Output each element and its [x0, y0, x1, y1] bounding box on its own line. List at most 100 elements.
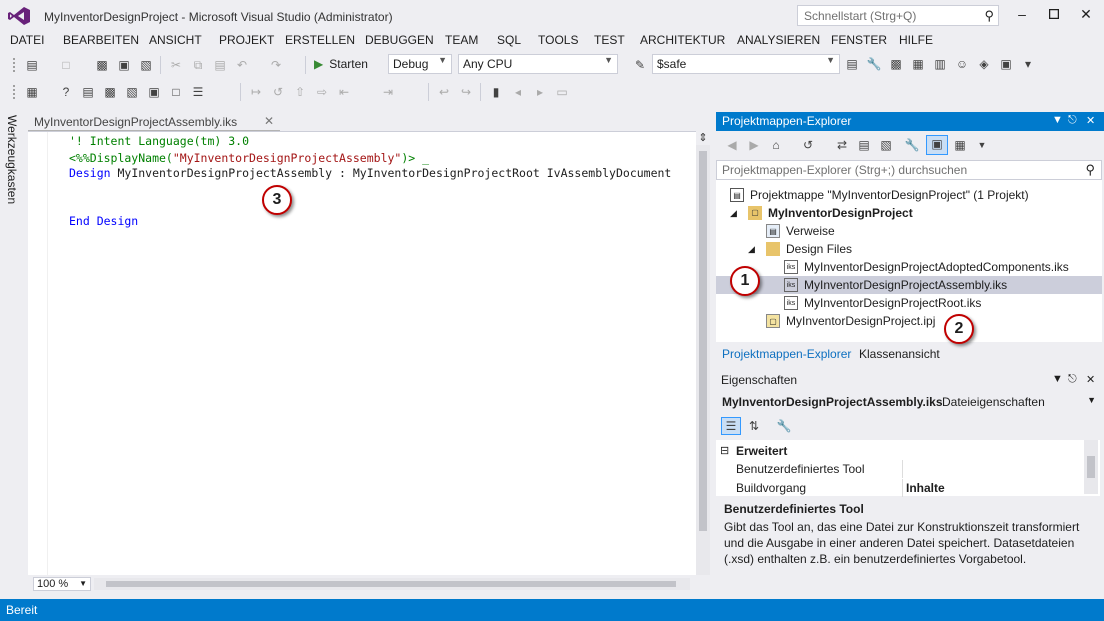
menu-bearbeiten[interactable]: BEARBEITEN: [63, 33, 139, 47]
expand-arrow-icon[interactable]: ◢: [730, 204, 737, 222]
window-menu-icon[interactable]: ▼: [1052, 114, 1063, 126]
prev-bookmark-icon[interactable]: ◂: [510, 84, 526, 100]
step-over-icon[interactable]: ↺: [270, 84, 286, 100]
server-explorer-icon[interactable]: ▦: [910, 56, 926, 72]
next-bookmark-icon[interactable]: ▸: [532, 84, 548, 100]
tree-item-design-files[interactable]: ◢ Design Files: [716, 240, 1102, 258]
chevron-down-icon[interactable]: ▼: [974, 137, 990, 153]
toolbar-options-icon[interactable]: ▾: [1020, 56, 1036, 72]
expand-arrow-icon[interactable]: ◢: [748, 240, 755, 258]
team-explorer-icon[interactable]: ☺: [954, 56, 970, 72]
editor-vertical-scrollbar[interactable]: [696, 131, 710, 575]
pin-icon[interactable]: ⎋: [1068, 114, 1077, 127]
menu-analysieren[interactable]: ANALYSIEREN: [737, 33, 820, 47]
scrollbar-thumb[interactable]: [699, 151, 707, 531]
menu-test[interactable]: TEST: [594, 33, 625, 47]
folder-icon[interactable]: □: [168, 84, 184, 100]
list-icon[interactable]: ☰: [190, 84, 206, 100]
properties-object-selector[interactable]: MyInventorDesignProjectAssembly.iks Date…: [718, 392, 1102, 412]
bookmark-icon[interactable]: ▮: [488, 84, 504, 100]
step-out-icon[interactable]: ⇧: [292, 84, 308, 100]
paste-icon[interactable]: ▤: [212, 57, 228, 73]
add-item-icon[interactable]: □: [58, 57, 74, 73]
copy-icon[interactable]: ▧: [878, 137, 894, 153]
scrollbar-thumb[interactable]: [106, 581, 676, 587]
window-icon[interactable]: ▣: [146, 84, 162, 100]
property-category[interactable]: ⊟ Erweitert: [716, 442, 1086, 460]
properties-wrench-icon[interactable]: 🔧: [866, 56, 882, 72]
extensions-icon[interactable]: ▣: [998, 56, 1014, 72]
close-icon[interactable]: ✕: [1086, 114, 1095, 127]
tab-class-view[interactable]: Klassenansicht: [859, 347, 940, 361]
menu-hilfe[interactable]: HILFE: [899, 33, 933, 47]
class-view-icon[interactable]: ▦: [952, 137, 968, 153]
back-icon[interactable]: ◀: [724, 137, 740, 153]
collapse-all-icon[interactable]: ▤: [856, 137, 872, 153]
categorized-icon[interactable]: ☰: [721, 417, 741, 435]
editor-horizontal-scrollbar[interactable]: [94, 578, 690, 590]
window-menu-icon[interactable]: ▼: [1052, 373, 1063, 385]
properties-scrollbar[interactable]: [1084, 440, 1098, 494]
close-icon[interactable]: ✕: [1086, 373, 1095, 386]
new-project-icon[interactable]: ▤: [24, 57, 40, 73]
save-all-icon[interactable]: ▧: [138, 57, 154, 73]
solution-explorer-search-input[interactable]: Projektmappen-Explorer (Strg+;) durchsuc…: [716, 160, 1102, 180]
toolbox-icon[interactable]: ▩: [888, 56, 904, 72]
toolbox-tab[interactable]: Werkzeugkasten: [5, 115, 19, 204]
sync-icon[interactable]: ⇄: [834, 137, 850, 153]
browse-icon[interactable]: ▧: [124, 84, 140, 100]
clear-bookmarks-icon[interactable]: ▭: [554, 84, 570, 100]
redo-icon[interactable]: ↷: [268, 57, 284, 73]
goto-icon[interactable]: ⇤: [336, 84, 352, 100]
sql-explorer-icon[interactable]: ◈: [976, 56, 992, 72]
toolbar-grip[interactable]: [12, 84, 16, 100]
uncomment-icon[interactable]: ↪: [458, 84, 474, 100]
menu-debuggen[interactable]: DEBUGGEN: [365, 33, 434, 47]
find-combo[interactable]: $safe ▼: [652, 54, 840, 74]
copy-icon[interactable]: ⧉: [190, 57, 206, 73]
step-into-icon[interactable]: ↦: [248, 84, 264, 100]
menu-datei[interactable]: DATEI: [10, 33, 44, 47]
find-in-files-icon[interactable]: ✎: [632, 57, 648, 73]
assembly-icon[interactable]: ▦: [24, 84, 40, 100]
menu-fenster[interactable]: FENSTER: [831, 33, 887, 47]
forward-icon[interactable]: ▶: [746, 137, 762, 153]
cut-icon[interactable]: ✂: [168, 57, 184, 73]
tree-item-file[interactable]: iks MyInventorDesignProjectRoot.iks: [716, 294, 1102, 312]
close-icon[interactable]: ✕: [264, 114, 274, 128]
configuration-select[interactable]: Debug ▼: [388, 54, 452, 74]
properties-wrench-icon[interactable]: 🔧: [904, 137, 920, 153]
tree-item-ipj[interactable]: ▢ MyInventorDesignProject.ipj: [716, 312, 1102, 330]
menu-erstellen[interactable]: ERSTELLEN: [285, 33, 355, 47]
close-button[interactable]: ✕: [1072, 4, 1100, 24]
history-icon[interactable]: ↺: [800, 137, 816, 153]
maximize-button[interactable]: [1040, 4, 1068, 24]
solution-explorer-icon[interactable]: ▤: [844, 56, 860, 72]
property-pages-icon[interactable]: 🔧: [776, 418, 792, 434]
document-icon[interactable]: ▩: [102, 84, 118, 100]
navigate-icon[interactable]: ⇨: [314, 84, 330, 100]
toolbar-grip[interactable]: [12, 57, 16, 73]
menu-tools[interactable]: TOOLS: [538, 33, 578, 47]
menu-ansicht[interactable]: ANSICHT: [149, 33, 202, 47]
zoom-select[interactable]: 100 % ▼: [33, 577, 91, 591]
open-file-icon[interactable]: ▩: [94, 57, 110, 73]
menu-projekt[interactable]: PROJEKT: [219, 33, 274, 47]
tree-item-file[interactable]: iks MyInventorDesignProjectAdoptedCompon…: [716, 258, 1102, 276]
code-editor[interactable]: '! Intent Language(tm) 3.0 <%%DisplayNam…: [28, 131, 696, 576]
minimize-button[interactable]: ‒: [1008, 4, 1036, 24]
property-row[interactable]: Buildvorgang Inhalte: [716, 479, 1086, 497]
alphabetical-sort-icon[interactable]: ⇅: [746, 418, 762, 434]
platform-select[interactable]: Any CPU ▼: [458, 54, 618, 74]
tree-item-solution[interactable]: ▤ Projektmappe "MyInventorDesignProject"…: [716, 186, 1102, 204]
quick-launch-input[interactable]: Schnellstart (Strg+Q) ⚲: [797, 5, 999, 26]
split-window-icon[interactable]: ⇕: [696, 131, 710, 145]
tab-solution-explorer[interactable]: Projektmappen-Explorer: [722, 347, 851, 361]
tree-item-file-selected[interactable]: iks MyInventorDesignProjectAssembly.iks: [716, 276, 1102, 294]
api-icon[interactable]: ▤: [80, 84, 96, 100]
save-icon[interactable]: ▣: [116, 57, 132, 73]
editor-document-tab[interactable]: MyInventorDesignProjectAssembly.iks ✕: [28, 112, 280, 132]
start-debugging-button[interactable]: ▶ Starten: [314, 57, 386, 73]
tree-item-project[interactable]: ◢ ▢ MyInventorDesignProject: [716, 204, 1102, 222]
undo-icon[interactable]: ↶: [234, 57, 250, 73]
